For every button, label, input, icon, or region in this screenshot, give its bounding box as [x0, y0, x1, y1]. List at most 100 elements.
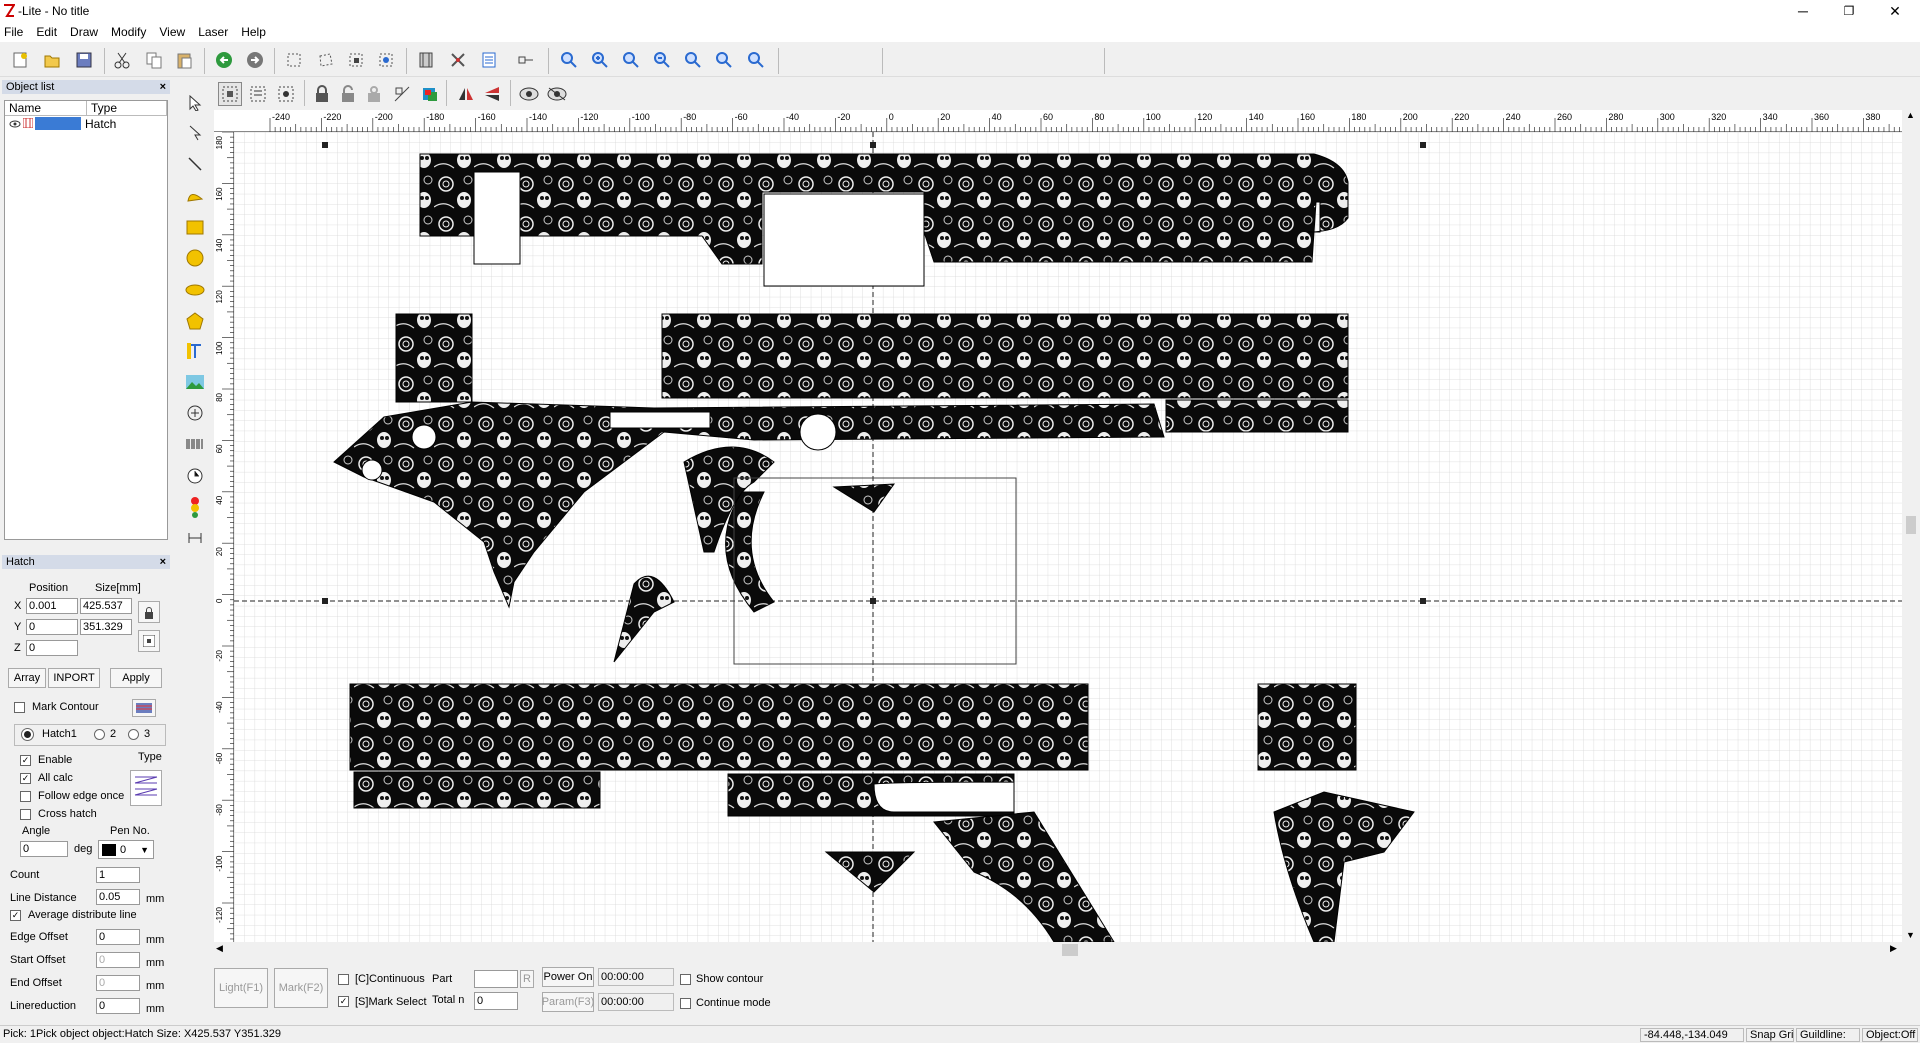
enable-checkbox[interactable]: ✓ [20, 755, 31, 766]
all-calc-checkbox[interactable]: ✓ [20, 773, 31, 784]
param-button[interactable]: Param(F3) [542, 992, 594, 1012]
scroll-down-icon[interactable]: ▼ [1906, 930, 1915, 940]
horizontal-scroll-thumb[interactable] [1062, 944, 1078, 956]
open-folder-icon[interactable] [40, 48, 64, 72]
mirror-vertical-icon[interactable] [480, 82, 504, 106]
inport-button[interactable]: INPORT [48, 668, 100, 688]
mark-button[interactable]: Mark(F2) [274, 968, 328, 1008]
x-size-input[interactable] [80, 598, 132, 614]
io-tool-icon[interactable] [184, 496, 206, 518]
new-file-icon[interactable] [8, 48, 32, 72]
object-list-close[interactable]: × [160, 80, 166, 94]
unlock-all-icon[interactable] [362, 82, 386, 106]
x-position-input[interactable] [26, 598, 78, 614]
menu-laser[interactable]: Laser [198, 25, 228, 39]
bitmap-tool-icon[interactable] [184, 371, 206, 393]
zoom-out-icon[interactable] [650, 48, 674, 72]
object-snap-status[interactable]: Object:Off [1862, 1028, 1918, 1042]
ungroup-icon[interactable] [246, 82, 270, 106]
zoom-selected-icon[interactable] [744, 48, 768, 72]
column-name[interactable]: Name [5, 101, 87, 115]
curve-tool-icon[interactable] [184, 184, 206, 206]
horizontal-scrollbar[interactable]: ◀ ▶ [214, 942, 1902, 958]
unlock-icon[interactable] [336, 82, 360, 106]
array-button[interactable]: Array [8, 668, 46, 688]
barcode-tool-icon[interactable] [184, 434, 206, 456]
close-button[interactable]: ✕ [1872, 0, 1918, 22]
paste-icon[interactable] [172, 48, 196, 72]
y-size-input[interactable] [80, 619, 132, 635]
menu-file[interactable]: File [4, 25, 23, 39]
contour-param-icon[interactable] [132, 699, 156, 717]
line-tool-icon[interactable] [184, 153, 206, 175]
light-button[interactable]: Light(F1) [214, 968, 268, 1008]
select-poly-icon[interactable] [314, 48, 338, 72]
drawing-canvas[interactable] [234, 132, 1902, 942]
rectangle-tool-icon[interactable] [184, 216, 206, 238]
y-position-input[interactable] [26, 619, 78, 635]
combine-icon[interactable] [274, 82, 298, 106]
zoom-objects-icon[interactable] [712, 48, 736, 72]
pen-select[interactable]: 0 ▼ [98, 840, 154, 859]
params-icon[interactable] [477, 48, 501, 72]
reset-part-button[interactable]: R [520, 970, 534, 988]
menu-view[interactable]: View [159, 25, 185, 39]
z-position-input[interactable] [26, 640, 78, 656]
select-rect-icon[interactable] [282, 48, 306, 72]
mirror-horizontal-icon[interactable] [454, 82, 478, 106]
object-name-cell[interactable] [35, 117, 81, 130]
zoom-all-icon[interactable] [681, 48, 705, 72]
select-node-icon[interactable] [344, 48, 368, 72]
menu-draw[interactable]: Draw [70, 25, 98, 39]
hatch3-radio[interactable] [128, 729, 139, 740]
vector-import-icon[interactable] [184, 402, 206, 424]
zoom-in-icon[interactable] [588, 48, 612, 72]
node-select-icon[interactable] [184, 122, 206, 144]
tools-icon[interactable] [446, 48, 470, 72]
vertical-scrollbar[interactable]: ▲ ▼ [1902, 110, 1920, 942]
continue-mode-checkbox[interactable] [680, 998, 691, 1009]
lock-icon[interactable] [310, 82, 334, 106]
mark-contour-checkbox[interactable] [14, 702, 25, 713]
restore-button[interactable]: ❐ [1826, 0, 1872, 22]
show-contour-checkbox[interactable] [680, 974, 691, 985]
mark-select-checkbox[interactable]: ✓ [338, 996, 349, 1007]
motion-tool-icon[interactable] [184, 527, 206, 549]
power-on-button[interactable]: Power On [542, 967, 594, 987]
align-icon[interactable] [390, 82, 414, 106]
scroll-up-icon[interactable]: ▲ [1906, 110, 1915, 120]
text-tool-icon[interactable] [184, 340, 206, 362]
zoom-icon[interactable] [557, 48, 581, 72]
circle-tool-icon[interactable] [184, 247, 206, 269]
menu-edit[interactable]: Edit [36, 25, 57, 39]
follow-edge-checkbox[interactable] [20, 791, 31, 802]
anchor-point-icon[interactable] [138, 630, 160, 652]
cross-hatch-checkbox[interactable] [20, 809, 31, 820]
snap-grid-status[interactable]: Snap Grid: [1746, 1028, 1794, 1042]
continuous-checkbox[interactable] [338, 974, 349, 985]
select-group-icon[interactable] [374, 48, 398, 72]
visible-eye-icon[interactable] [9, 117, 23, 131]
part-input[interactable] [474, 970, 518, 988]
select-arrow-icon[interactable] [184, 92, 206, 114]
group-select-icon[interactable] [218, 82, 242, 106]
hide-eye-icon[interactable] [545, 82, 569, 106]
save-icon[interactable] [72, 48, 96, 72]
menu-modify[interactable]: Modify [111, 25, 146, 39]
show-eye-icon[interactable] [517, 82, 541, 106]
hatch-type-button[interactable] [130, 770, 162, 806]
hatch-tool-icon[interactable] [414, 48, 438, 72]
object-row[interactable]: Hatch [5, 116, 167, 131]
column-type[interactable]: Type [87, 101, 167, 115]
color-fill-icon[interactable] [418, 82, 442, 106]
line-distance-input[interactable] [96, 889, 140, 905]
copy-icon[interactable] [142, 48, 166, 72]
total-input[interactable] [474, 992, 518, 1010]
start-offset-input[interactable] [96, 952, 140, 968]
apply-button[interactable]: Apply [110, 668, 162, 688]
hatch-panel-close[interactable]: × [160, 555, 166, 569]
lock-ratio-icon[interactable] [138, 601, 160, 623]
polygon-tool-icon[interactable] [184, 310, 206, 332]
hatch2-radio[interactable] [94, 729, 105, 740]
menu-help[interactable]: Help [241, 25, 266, 39]
